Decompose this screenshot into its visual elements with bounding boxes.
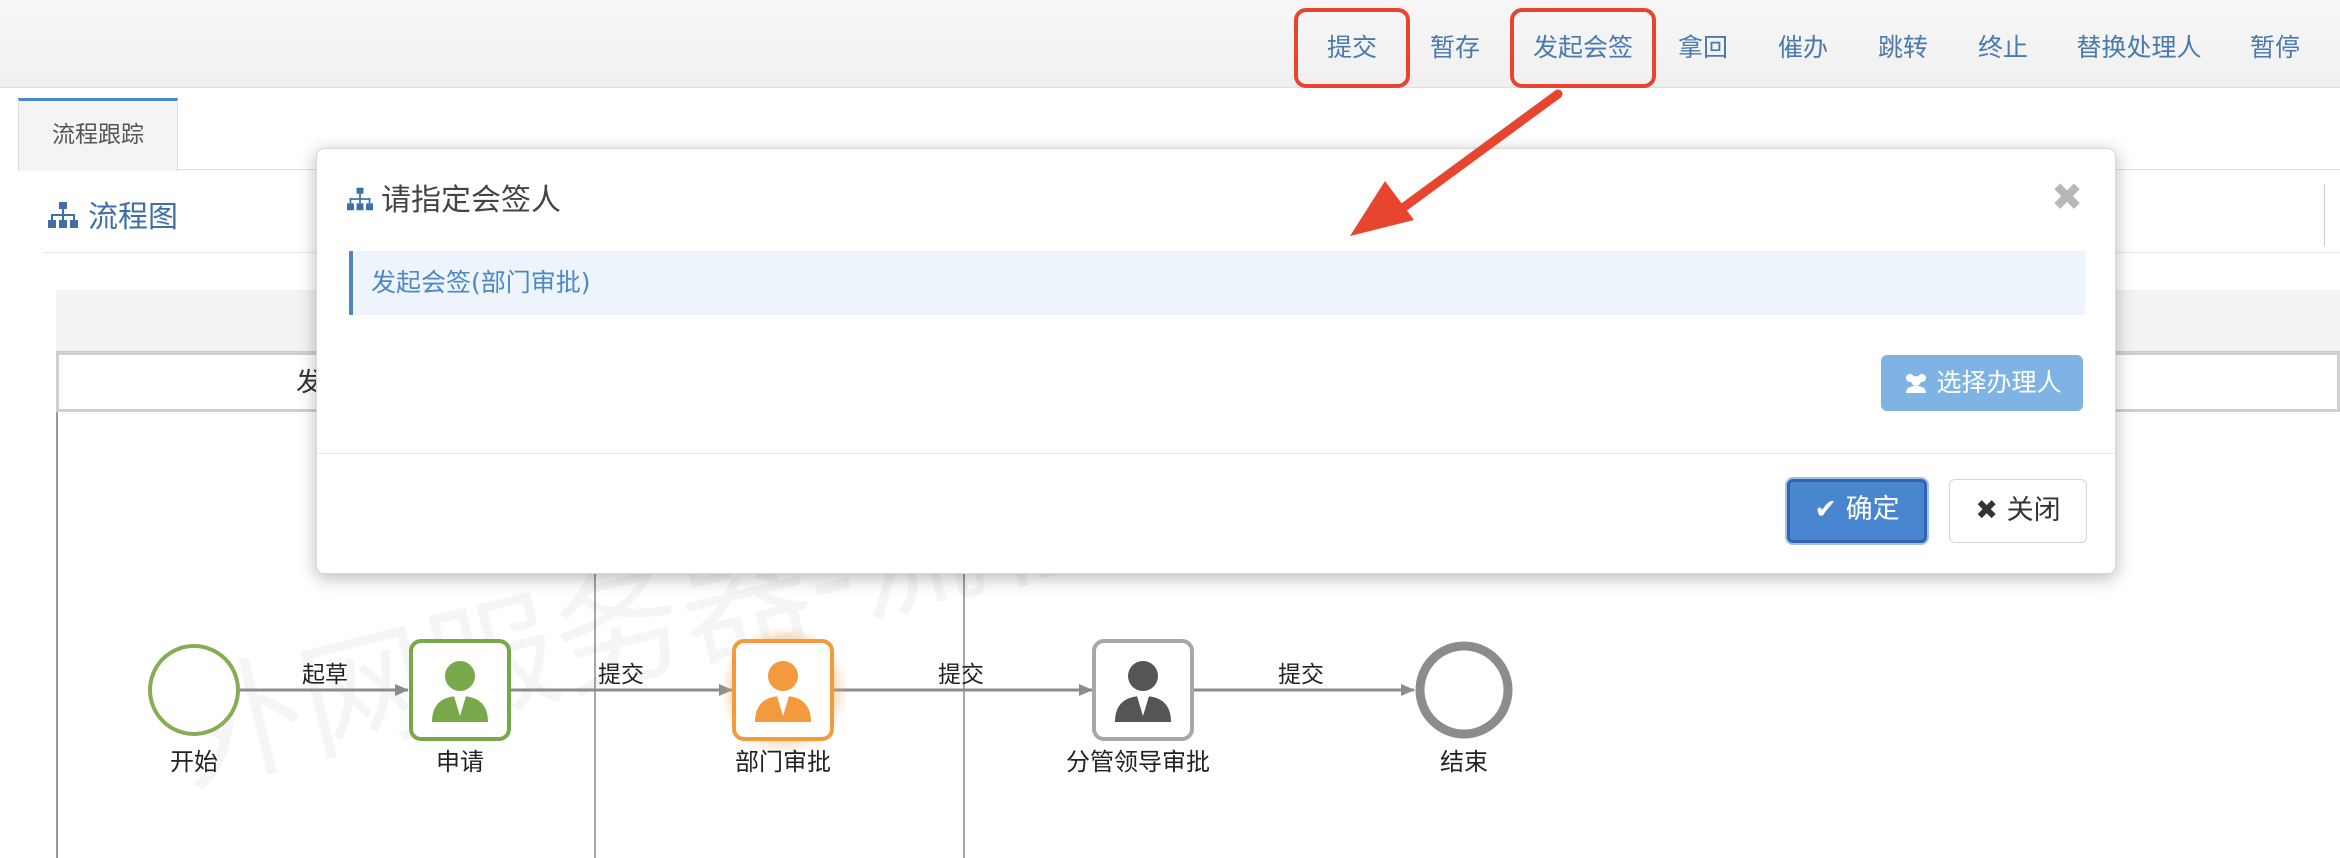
jump-button[interactable]: 跳转 — [1872, 12, 1934, 84]
pause-button[interactable]: 暂停 — [2244, 12, 2306, 84]
start-label: 开始 — [170, 748, 218, 776]
edge-label-submit: 提交 — [1278, 662, 1324, 688]
edge-label-draft: 起草 — [302, 662, 348, 688]
dept-approve-label: 部门审批 — [735, 748, 831, 776]
panel-edge — [2324, 184, 2325, 246]
dialog-close-button[interactable]: ✖ 关闭 — [1949, 479, 2087, 543]
terminate-button[interactable]: 终止 — [1972, 12, 2034, 84]
select-handler-label: 选择办理人 — [1936, 368, 2062, 397]
edge-label-submit: 提交 — [938, 662, 984, 688]
dialog-title: 请指定会签人 — [347, 175, 561, 219]
start-countersign-button[interactable]: 发起会签 — [1510, 8, 1656, 88]
replace-handler-button[interactable]: 替换处理人 — [2076, 12, 2202, 84]
sitemap-icon — [347, 184, 373, 219]
take-back-button[interactable]: 拿回 — [1672, 12, 1734, 84]
edge-label-submit: 提交 — [598, 662, 644, 688]
users-icon — [1903, 368, 1937, 397]
leader-approve-label: 分管领导审批 — [1066, 748, 1210, 776]
top-toolbar: 提交 暂存 发起会签 拿回 催办 跳转 终止 替换处理人 暂停 — [0, 0, 2340, 88]
dialog-divider — [317, 453, 2115, 454]
panel-title: 流程图 — [48, 192, 178, 236]
save-draft-button[interactable]: 暂存 — [1420, 12, 1490, 84]
tab-process-tracking[interactable]: 流程跟踪 — [18, 98, 178, 171]
apply-label: 申请 — [436, 748, 484, 776]
countersign-dialog: 请指定会签人 ✖ 发起会签(部门审批) 选择办理人 ✔ 确定 ✖ 关闭 — [316, 148, 2116, 574]
urge-button[interactable]: 催办 — [1772, 12, 1834, 84]
dialog-title-text: 请指定会签人 — [381, 183, 561, 218]
submit-button[interactable]: 提交 — [1294, 8, 1410, 88]
select-handler-button[interactable]: 选择办理人 — [1881, 355, 2083, 411]
sitemap-icon — [48, 201, 78, 236]
close-icon[interactable]: ✖ — [2051, 175, 2083, 219]
countersign-section-label: 发起会签(部门审批) — [349, 251, 2085, 315]
end-label: 结束 — [1440, 748, 1488, 776]
confirm-button[interactable]: ✔ 确定 — [1787, 479, 1927, 543]
times-icon: ✖ — [1975, 495, 1999, 526]
check-icon: ✔ — [1814, 494, 1838, 525]
panel-title-text: 流程图 — [88, 200, 178, 235]
task-dept-approve[interactable]: 部门审批 — [720, 626, 848, 776]
confirm-label: 确定 — [1845, 494, 1900, 525]
dialog-close-label: 关闭 — [2006, 495, 2061, 526]
